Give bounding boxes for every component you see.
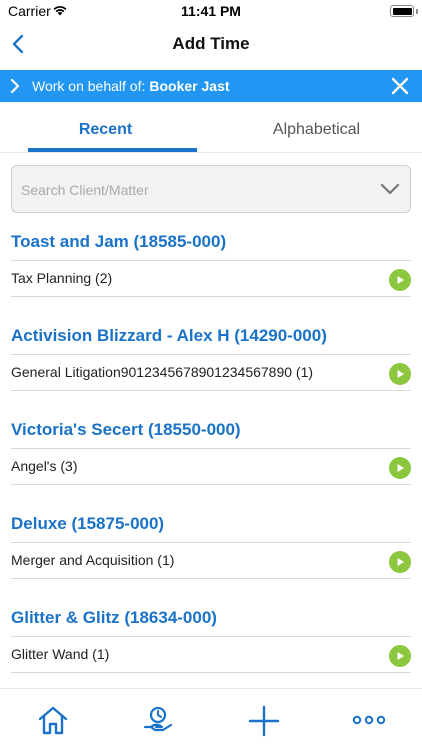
- client-title: Glitter & Glitz (18634-000): [11, 608, 217, 627]
- client-group: Glitter & Glitz (18634-000) Glitter Wand…: [0, 602, 422, 688]
- matter-row[interactable]: Angel's (3): [11, 448, 411, 485]
- tab-home[interactable]: [0, 689, 106, 750]
- chevron-right-icon: [8, 78, 22, 94]
- home-icon: [38, 706, 67, 735]
- content-area: Search Client/Matter Toast and Jam (1858…: [0, 152, 422, 688]
- tab-alphabetical-label: Alphabetical: [272, 121, 361, 138]
- play-icon[interactable]: [389, 645, 411, 667]
- play-icon[interactable]: [389, 551, 411, 573]
- client-title: Toast and Jam (18585-000): [11, 232, 227, 251]
- client-group: Victoria's Secert (18550-000) Angel's (3…: [0, 414, 422, 508]
- behalf-label: Work on behalf of:: [32, 78, 146, 94]
- behalf-banner[interactable]: Work on behalf of: Booker Jast: [0, 70, 422, 102]
- battery-nub: [416, 9, 418, 14]
- matter-label: Glitter Wand (1): [11, 646, 110, 662]
- client-group: Activision Blizzard - Alex H (14290-000)…: [0, 320, 422, 414]
- page-title: Add Time: [172, 34, 250, 53]
- tab-time-entries[interactable]: [106, 689, 212, 750]
- client-title: Activision Blizzard - Alex H (14290-000): [11, 326, 327, 345]
- tab-more[interactable]: [317, 689, 422, 750]
- time-money-icon: [144, 706, 173, 732]
- matter-label: Angel's (3): [11, 458, 78, 474]
- search-client-matter-field[interactable]: Search Client/Matter: [11, 165, 411, 213]
- close-icon: [391, 77, 409, 95]
- matter-row[interactable]: Tax Planning (2): [11, 260, 411, 297]
- matter-label: Merger and Acquisition (1): [11, 552, 175, 568]
- status-bar: Carrier 11:41 PM: [0, 0, 422, 24]
- battery-icon: [390, 5, 414, 17]
- play-icon[interactable]: [389, 457, 411, 479]
- matter-label: Tax Planning (2): [11, 270, 113, 286]
- status-time: 11:41 PM: [181, 3, 241, 19]
- behalf-name: Booker Jast: [149, 78, 230, 94]
- bottom-tab-bar: [0, 688, 422, 750]
- client-group: Deluxe (15875-000) Merger and Acquisitio…: [0, 508, 422, 602]
- play-icon[interactable]: [389, 363, 411, 385]
- tab-alphabetical[interactable]: Alphabetical: [211, 106, 422, 152]
- segment-tabs: Recent Alphabetical: [0, 106, 422, 152]
- matter-label: General Litigation9012345678901234567890…: [11, 364, 314, 380]
- plus-icon: [248, 705, 279, 737]
- play-icon[interactable]: [389, 269, 411, 291]
- tab-recent-label: Recent: [78, 121, 133, 138]
- matter-row[interactable]: General Litigation9012345678901234567890…: [11, 354, 411, 391]
- matter-row[interactable]: Glitter Wand (1): [11, 636, 411, 673]
- client-title: Deluxe (15875-000): [11, 514, 165, 533]
- more-icon: [353, 715, 386, 725]
- client-title: Victoria's Secert (18550-000): [11, 420, 241, 439]
- client-list: Toast and Jam (18585-000) Tax Planning (…: [0, 226, 422, 688]
- chevron-down-icon[interactable]: [380, 182, 400, 196]
- navigation-bar: Add Time: [0, 24, 422, 64]
- close-behalf-button[interactable]: [390, 76, 410, 96]
- tab-add[interactable]: [211, 689, 317, 750]
- tab-recent[interactable]: Recent: [0, 106, 211, 152]
- matter-row[interactable]: Merger and Acquisition (1): [11, 542, 411, 579]
- client-group: Toast and Jam (18585-000) Tax Planning (…: [0, 226, 422, 320]
- search-placeholder: Search Client/Matter: [21, 182, 149, 198]
